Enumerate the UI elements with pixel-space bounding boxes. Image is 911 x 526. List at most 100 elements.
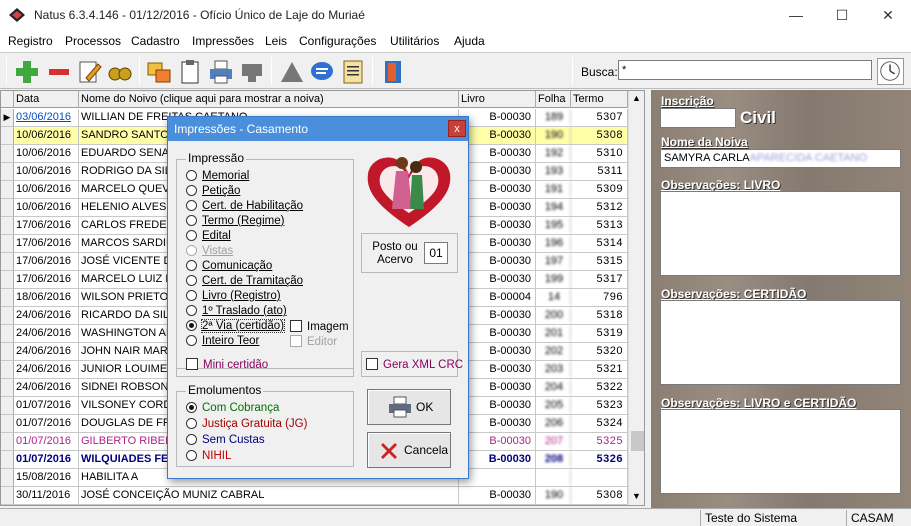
row-indicator[interactable]: [1, 361, 14, 378]
row-indicator[interactable]: [1, 325, 14, 342]
minimize-button[interactable]: —: [773, 0, 819, 31]
row-indicator[interactable]: [1, 145, 14, 162]
menu-leis[interactable]: Leis: [265, 34, 287, 48]
row-indicator[interactable]: [1, 289, 14, 306]
cell-livro: B-00030: [459, 199, 536, 216]
cell-folha: 189: [536, 109, 571, 126]
row-indicator[interactable]: [1, 235, 14, 252]
cell-termo: 5319: [571, 325, 628, 342]
transfer-icon[interactable]: [145, 58, 173, 86]
row-indicator[interactable]: [1, 343, 14, 360]
impressao-option[interactable]: Cert. de Habilitação: [186, 199, 303, 213]
impressao-option-label: Comunicação: [202, 260, 273, 272]
scroll-thumb[interactable]: [631, 431, 644, 451]
status-right: CASAM: [846, 510, 911, 526]
row-indicator[interactable]: [1, 307, 14, 324]
obs-livro-field[interactable]: [660, 191, 901, 276]
row-indicator[interactable]: [1, 253, 14, 270]
menu-utilitarios[interactable]: Utilitários: [390, 34, 439, 48]
row-indicator[interactable]: [1, 433, 14, 450]
notes-icon[interactable]: [339, 58, 367, 86]
col-noivo[interactable]: Nome do Noivo (clique aqui para mostrar …: [79, 91, 459, 108]
impressao-option[interactable]: Livro (Registro): [186, 289, 281, 303]
cell-folha: 206: [536, 415, 571, 432]
row-indicator[interactable]: [1, 487, 14, 504]
col-termo[interactable]: Termo: [571, 91, 628, 108]
col-folha[interactable]: Folha: [536, 91, 571, 108]
menu-impressoes[interactable]: Impressões: [192, 34, 254, 48]
inscricao-field[interactable]: [660, 108, 736, 128]
cell-date: 10/06/2016: [14, 181, 79, 198]
maximize-button[interactable]: ☐: [819, 0, 865, 31]
exit-icon[interactable]: [379, 58, 407, 86]
row-indicator[interactable]: [1, 397, 14, 414]
table-row[interactable]: 30/11/2016 JOSÉ CONCEIÇÃO MUNIZ CABRAL B-0…: [1, 487, 628, 505]
imagem-label: Imagem: [307, 321, 349, 333]
row-indicator[interactable]: [1, 163, 14, 180]
emolumento-option[interactable]: Justiça Gratuita (JG): [186, 417, 307, 431]
impressao-option[interactable]: Petição: [186, 184, 240, 198]
search-input[interactable]: [618, 60, 872, 80]
row-indicator[interactable]: [1, 469, 14, 486]
printer-icon[interactable]: [207, 58, 235, 86]
cell-termo: 5321: [571, 361, 628, 378]
triangle-icon[interactable]: [278, 58, 306, 86]
menu-cadastro[interactable]: Cadastro: [131, 34, 180, 48]
binoculars-icon[interactable]: [106, 58, 134, 86]
impressao-option[interactable]: Termo (Regime): [186, 214, 284, 228]
row-indicator[interactable]: [1, 271, 14, 288]
row-indicator[interactable]: [1, 181, 14, 198]
add-icon[interactable]: [13, 58, 41, 86]
row-indicator[interactable]: [1, 217, 14, 234]
impressao-option-label: Memorial: [202, 170, 250, 182]
clipboard-icon[interactable]: [176, 58, 204, 86]
row-indicator[interactable]: [1, 451, 14, 468]
row-indicator[interactable]: [1, 199, 14, 216]
cell-date: 10/06/2016: [14, 145, 79, 162]
mini-certidao-checkbox[interactable]: Mini certidão: [186, 358, 268, 372]
impressao-option[interactable]: 1º Traslado (ato): [186, 304, 287, 318]
impressao-option[interactable]: Cert. de Tramitação: [186, 274, 303, 288]
row-indicator[interactable]: ▶: [1, 109, 14, 126]
imagem-checkbox[interactable]: Imagem: [290, 320, 349, 334]
row-indicator[interactable]: [1, 415, 14, 432]
col-data[interactable]: Data: [14, 91, 79, 108]
impressao-option[interactable]: 2ª Via (certidão): [186, 319, 286, 333]
mini-certidao-check-box: [186, 358, 198, 370]
status-middle: Teste do Sistema: [700, 510, 846, 526]
vertical-scrollbar[interactable]: ▲ ▼: [628, 91, 644, 505]
posto-input[interactable]: 01: [424, 242, 448, 264]
gera-xml-checkbox[interactable]: Gera XML CRC: [366, 358, 463, 372]
stamp-icon[interactable]: [238, 58, 266, 86]
noiva-field[interactable]: SAMYRA CARLAAPARECIDA CAETANO: [660, 149, 901, 168]
menu-configuracoes[interactable]: Configurações: [299, 34, 376, 48]
impressao-option[interactable]: Memorial: [186, 169, 249, 183]
emolumento-option[interactable]: Com Cobrança: [186, 401, 279, 415]
menu-ajuda[interactable]: Ajuda: [454, 34, 485, 48]
ok-button[interactable]: OK: [367, 389, 451, 425]
cancel-button[interactable]: Cancela: [367, 432, 451, 468]
impressao-option[interactable]: Edital: [186, 229, 231, 243]
obs-certidao-field[interactable]: [660, 300, 901, 385]
edit-icon[interactable]: [76, 58, 104, 86]
remove-icon[interactable]: [45, 58, 73, 86]
impressao-option[interactable]: Inteiro Teor: [186, 334, 259, 348]
menu-processos[interactable]: Processos: [65, 34, 121, 48]
col-livro[interactable]: Livro: [459, 91, 536, 108]
cell-date: 18/06/2016: [14, 289, 79, 306]
dialog-close-button[interactable]: x: [448, 120, 466, 137]
emolumento-option[interactable]: NIHIL: [186, 449, 231, 463]
impressao-option[interactable]: Comunicação: [186, 259, 272, 273]
scroll-up-icon[interactable]: ▲: [632, 93, 641, 103]
cell-termo: [571, 469, 628, 486]
row-indicator[interactable]: [1, 127, 14, 144]
chat-icon[interactable]: [308, 58, 336, 86]
row-indicator[interactable]: [1, 379, 14, 396]
clock-icon[interactable]: [877, 58, 904, 85]
emolumento-option[interactable]: Sem Custas: [186, 433, 265, 447]
obs-livro-certidao-field[interactable]: [660, 409, 901, 494]
menu-registro[interactable]: Registro: [8, 34, 53, 48]
scroll-down-icon[interactable]: ▼: [632, 491, 641, 501]
close-button[interactable]: ✕: [865, 0, 911, 31]
print-dialog: Impressões - Casamento x Impressão Memor…: [167, 116, 469, 479]
